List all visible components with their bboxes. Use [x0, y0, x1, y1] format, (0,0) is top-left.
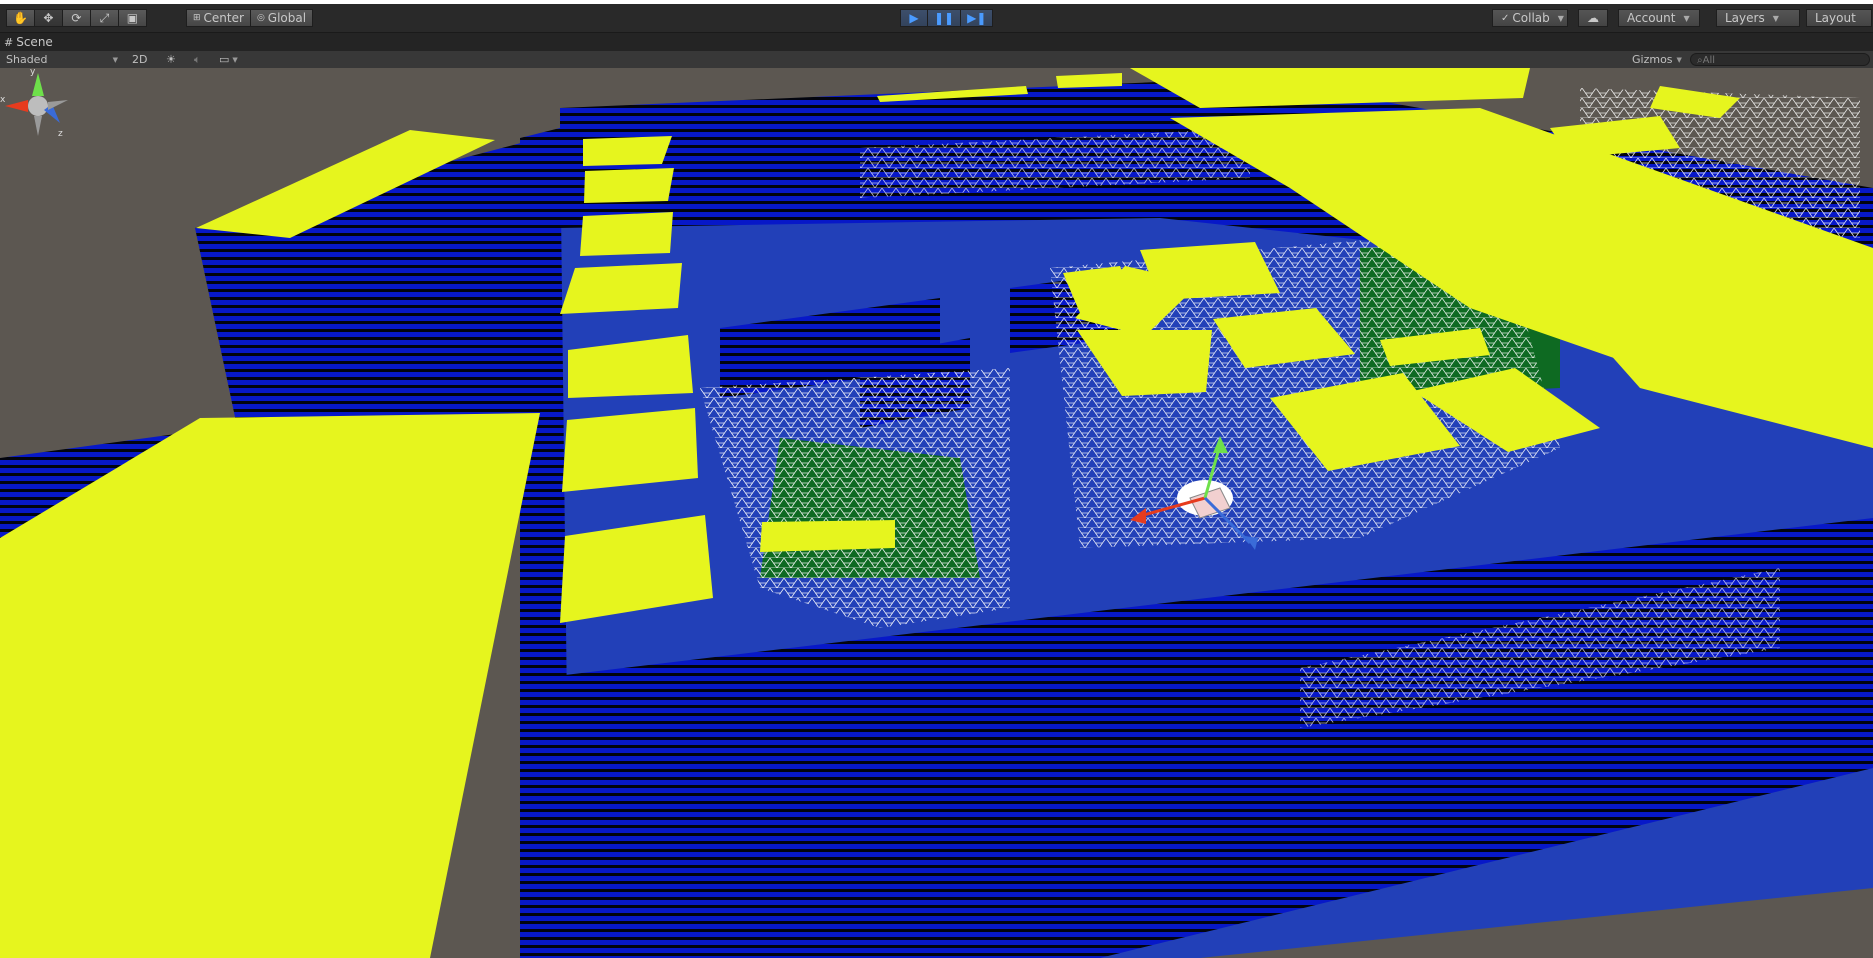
- svg-text:y: y: [30, 68, 36, 77]
- lighting-toggle[interactable]: ☀: [166, 52, 176, 67]
- account-dropdown[interactable]: Account ▼: [1618, 9, 1700, 27]
- layers-dropdown[interactable]: Layers ▼: [1716, 9, 1800, 27]
- collab-dropdown[interactable]: ✓ Collab ▼: [1492, 9, 1568, 27]
- light-icon: ☀: [166, 53, 176, 66]
- shading-mode-dropdown[interactable]: Shaded ▼: [6, 52, 118, 67]
- hand-icon: ✋: [13, 11, 28, 25]
- shading-mode-label: Shaded: [6, 53, 48, 66]
- audio-toggle[interactable]: 🔈︎: [194, 52, 201, 67]
- tab-scene[interactable]: # Scene: [4, 34, 53, 50]
- yellow-panel-col-3: [580, 212, 673, 256]
- space-label: Global: [267, 11, 307, 25]
- account-label: Account: [1627, 11, 1676, 25]
- orientation-gizmo[interactable]: y x z: [0, 68, 70, 138]
- gizmos-dropdown[interactable]: Gizmos ▼: [1632, 52, 1682, 67]
- svg-text:x: x: [0, 95, 6, 105]
- scene-viewport[interactable]: y x z: [0, 68, 1873, 958]
- yellow-panel-back-3: [1130, 68, 1530, 108]
- mode-2d-label: 2D: [132, 53, 148, 66]
- effects-dropdown[interactable]: ▭ ▼: [219, 52, 238, 67]
- pause-icon: ❚❚: [934, 11, 955, 25]
- step-icon: ▶❚: [967, 11, 987, 25]
- rotate-tool-button[interactable]: ⟳: [62, 9, 91, 27]
- pivot-icon: ⊞: [193, 13, 201, 23]
- scene-render: [0, 68, 1873, 958]
- svg-text:z: z: [58, 129, 63, 138]
- yellow-panel-col-2: [584, 168, 674, 203]
- scene-search-input[interactable]: ⌕All: [1690, 53, 1870, 66]
- chevron-down-icon: ▼: [232, 55, 238, 64]
- main-toolbar: ✋ ✥ ⟳ ⤢ ▣ ⊞ Center ◎ Global ▶ ❚❚ ▶❚ ✓ Colla…: [0, 4, 1873, 33]
- chevron-down-icon: ▼: [1683, 13, 1690, 23]
- play-button[interactable]: ▶: [900, 9, 928, 27]
- step-button[interactable]: ▶❚: [961, 9, 994, 27]
- collab-label: Collab: [1512, 11, 1550, 25]
- scale-tool-button[interactable]: ⤢: [90, 9, 119, 27]
- yellow-panel-col-6: [562, 408, 698, 492]
- hand-tool-button[interactable]: ✋: [6, 9, 35, 27]
- transform-tools: ✋ ✥ ⟳ ⤢ ▣: [6, 9, 147, 27]
- space-toggle-button[interactable]: ◎ Global: [250, 9, 314, 27]
- yellow-panel-center-4: [1140, 242, 1280, 300]
- yellow-panel-green-1: [760, 520, 895, 552]
- yellow-panel-col-1: [583, 136, 672, 166]
- move-tool-button[interactable]: ✥: [34, 9, 63, 27]
- gizmos-label: Gizmos: [1632, 53, 1673, 66]
- rect-tool-button[interactable]: ▣: [118, 9, 147, 27]
- audio-icon: 🔈︎: [194, 52, 201, 66]
- rotate-icon: ⟳: [71, 11, 82, 25]
- play-icon: ▶: [909, 11, 919, 25]
- yellow-panel-col-4: [560, 263, 682, 314]
- toggle-2d-button[interactable]: 2D: [132, 52, 147, 67]
- layout-dropdown[interactable]: Layout: [1806, 9, 1872, 27]
- rect-icon: ▣: [126, 11, 139, 25]
- scene-grid-icon: #: [4, 35, 14, 49]
- search-placeholder: All: [1702, 55, 1716, 66]
- layout-label: Layout: [1815, 11, 1856, 25]
- cloud-icon: ☁: [1587, 11, 1599, 25]
- yellow-panel-back-2: [1056, 73, 1122, 88]
- layers-label: Layers: [1725, 11, 1765, 25]
- global-icon: ◎: [256, 13, 265, 23]
- playback-controls: ▶ ❚❚ ▶❚: [900, 9, 994, 27]
- pivot-group: ⊞ Center ◎ Global: [186, 9, 314, 27]
- move-icon: ✥: [43, 11, 54, 25]
- scene-tab-label: Scene: [16, 35, 53, 49]
- chevron-down-icon: ▼: [1772, 13, 1779, 23]
- collab-check-icon: ✓: [1501, 12, 1510, 24]
- chevron-down-icon: ▼: [112, 55, 118, 64]
- chevron-down-icon: ▼: [1557, 13, 1564, 23]
- effects-icon: ▭: [219, 53, 230, 66]
- chevron-down-icon: ▼: [1676, 55, 1682, 64]
- cloud-button[interactable]: ☁: [1578, 9, 1608, 27]
- yellow-panel-large-left: [0, 413, 540, 958]
- pivot-label: Center: [203, 11, 244, 25]
- pivot-toggle-button[interactable]: ⊞ Center: [186, 9, 251, 27]
- scene-options-bar: Shaded ▼ 2D ☀ 🔈︎ ▭ ▼ Gizmos ▼ ⌕All: [0, 51, 1873, 69]
- scale-icon: ⤢: [99, 10, 110, 25]
- scene-tab-bar: # Scene: [0, 33, 1873, 51]
- pause-button[interactable]: ❚❚: [928, 9, 962, 27]
